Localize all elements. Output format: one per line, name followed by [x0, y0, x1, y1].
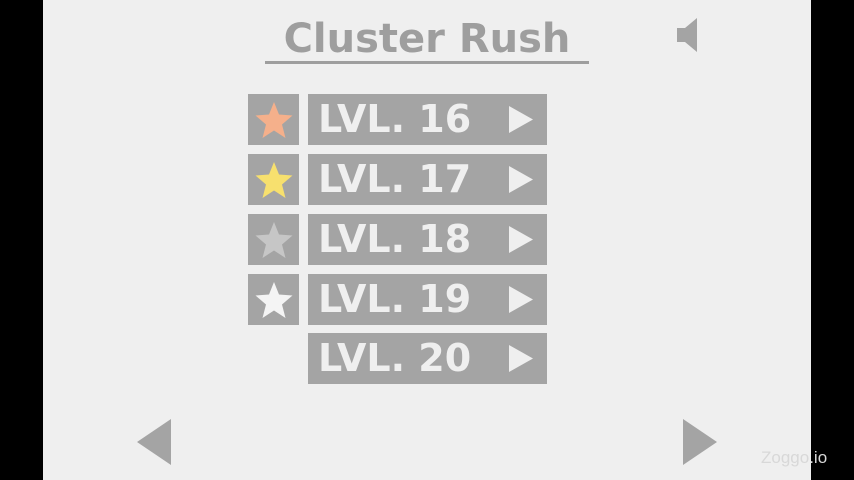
level-button-20[interactable]: LVL. 20 — [308, 333, 547, 384]
play-icon — [509, 226, 533, 253]
level-label: LVL. 20 — [318, 336, 472, 380]
star-icon — [255, 281, 292, 318]
star-badge — [248, 214, 299, 265]
play-icon — [509, 166, 533, 193]
level-row-17: LVL. 17 — [248, 154, 547, 205]
level-label: LVL. 19 — [318, 277, 472, 321]
game-screen: Cluster Rush LVL. 16 LVL. 17 LVL. 18 LVL… — [43, 0, 811, 480]
level-row-20: LVL. 20 — [248, 333, 547, 384]
level-row-19: LVL. 19 — [248, 274, 547, 325]
play-icon — [509, 345, 533, 372]
level-row-18: LVL. 18 — [248, 214, 547, 265]
arrow-left-icon[interactable] — [137, 419, 171, 465]
level-button-17[interactable]: LVL. 17 — [308, 154, 547, 205]
level-row-16: LVL. 16 — [248, 94, 547, 145]
level-button-19[interactable]: LVL. 19 — [308, 274, 547, 325]
speaker-icon[interactable] — [677, 18, 703, 52]
play-icon — [509, 106, 533, 133]
level-label: LVL. 18 — [318, 217, 472, 261]
star-icon — [255, 221, 292, 258]
arrow-right-icon[interactable] — [683, 419, 717, 465]
star-icon — [255, 101, 292, 138]
level-button-16[interactable]: LVL. 16 — [308, 94, 547, 145]
level-label: LVL. 17 — [318, 157, 472, 201]
star-icon — [255, 161, 292, 198]
level-button-18[interactable]: LVL. 18 — [308, 214, 547, 265]
star-badge — [248, 154, 299, 205]
star-badge — [248, 274, 299, 325]
star-badge — [248, 94, 299, 145]
level-label: LVL. 16 — [318, 97, 472, 141]
game-title: Cluster Rush — [265, 14, 589, 64]
play-icon — [509, 286, 533, 313]
watermark: Zoggo.io — [761, 448, 828, 467]
